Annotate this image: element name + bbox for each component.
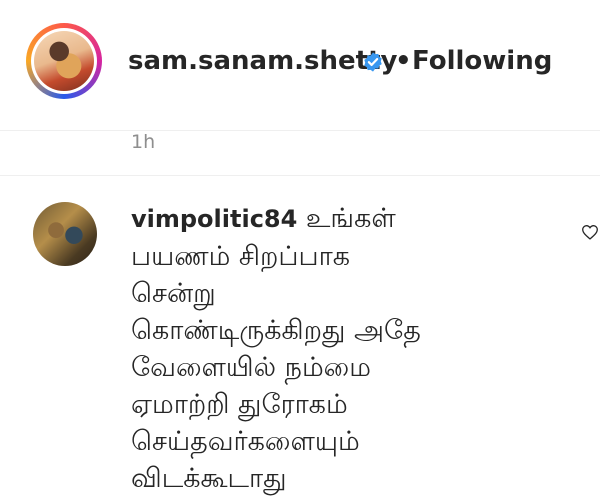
comment-line-7: செய்தவர்களையும் <box>131 426 360 457</box>
section-divider <box>0 175 600 176</box>
header-separator-dot: • <box>395 46 412 76</box>
comment-line-6: ஏமாற்றி துரோகம் <box>131 389 348 420</box>
comment-line-1: vimpolitic84 உங்கள் <box>131 200 561 238</box>
verified-badge-icon <box>364 52 382 72</box>
avatar-photo <box>34 31 94 91</box>
commenter-username[interactable]: vimpolitic84 <box>131 205 297 233</box>
post-author-username[interactable]: sam.sanam.shetty <box>128 46 397 76</box>
following-button[interactable]: Following <box>412 46 552 76</box>
comment-line-2: பயணம் சிறப்பாக <box>131 241 350 272</box>
comment-line-4: கொண்டிருக்கிறது அதே <box>131 315 421 346</box>
instagram-comment-view: sam.sanam.shetty • Following 1h vimpolit… <box>0 0 600 500</box>
heart-icon[interactable] <box>581 224 599 240</box>
post-author-avatar[interactable] <box>26 23 102 99</box>
avatar-photo-frame <box>31 28 97 94</box>
comment-line-8: விடக்கூடாது <box>131 463 287 494</box>
comment-text-segment: உங்கள் <box>305 203 396 234</box>
comment-line-5: வேளையில் நம்மை <box>131 352 371 383</box>
post-header: sam.sanam.shetty • Following <box>0 0 600 131</box>
comment: vimpolitic84 உங்கள் பயணம் சிறப்பாக சென்ற… <box>131 200 561 497</box>
commenter-avatar[interactable] <box>33 202 97 266</box>
comment-line-3: சென்று <box>131 278 216 309</box>
post-timestamp[interactable]: 1h <box>131 131 155 153</box>
